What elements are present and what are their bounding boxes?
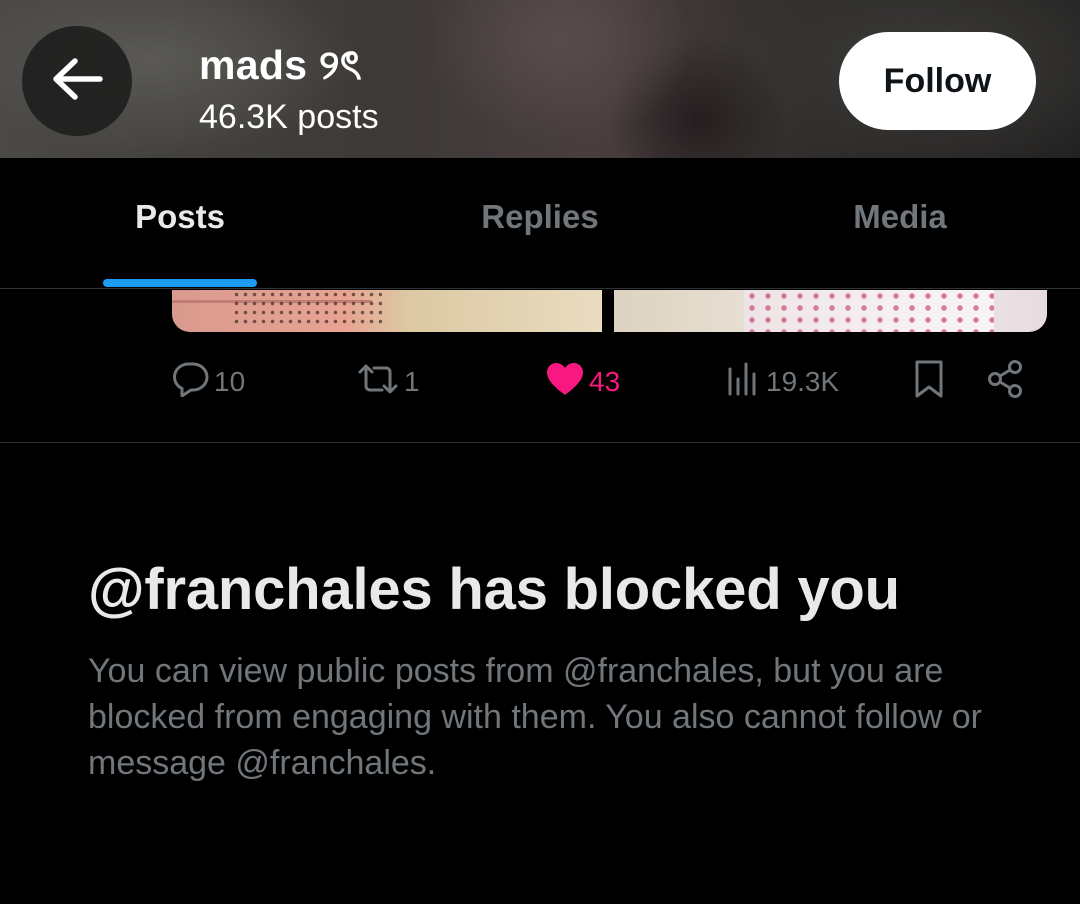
repost-icon [356,362,400,403]
divider [0,442,1080,443]
image-detail [744,290,994,332]
views-button[interactable]: 19.3K [726,352,839,412]
profile-banner-header: mads ୨ৎ 46.3K posts Follow [0,0,1080,158]
profile-display-name: mads ୨ৎ [199,42,362,88]
post-image-left[interactable] [172,290,602,332]
tab-replies[interactable]: Replies [360,158,720,288]
share-icon [986,359,1026,406]
back-arrow-icon [51,57,103,106]
profile-tabs: Posts Replies Media [0,158,1080,289]
like-count: 43 [589,366,621,397]
tab-media[interactable]: Media [720,158,1080,288]
blocked-title: @franchales has blocked you [88,557,900,622]
image-detail [232,290,382,324]
views-icon [726,361,762,404]
active-tab-indicator [103,279,257,287]
blocked-description: You can view public posts from @franchal… [88,652,982,782]
like-button[interactable]: 43 [545,352,620,412]
reply-icon [172,361,210,404]
follow-button[interactable]: Follow [839,32,1036,130]
repost-button[interactable]: 1 [356,352,420,412]
heart-icon [545,361,585,404]
share-button[interactable] [986,352,1026,412]
media-divider [602,290,614,332]
post-count: 46.3K posts [199,98,379,136]
post-action-bar: 10 1 43 19.3K [0,352,1080,412]
repost-count: 1 [404,366,420,397]
bookmark-icon [912,359,946,406]
bookmark-button[interactable] [912,352,946,412]
tab-posts[interactable]: Posts [0,158,360,288]
reply-count: 10 [214,366,246,397]
reply-button[interactable]: 10 [172,352,245,412]
post-media-grid[interactable] [172,290,1047,332]
back-button[interactable] [22,26,132,136]
post-image-right[interactable] [614,290,1047,332]
view-count: 19.3K [766,366,840,397]
